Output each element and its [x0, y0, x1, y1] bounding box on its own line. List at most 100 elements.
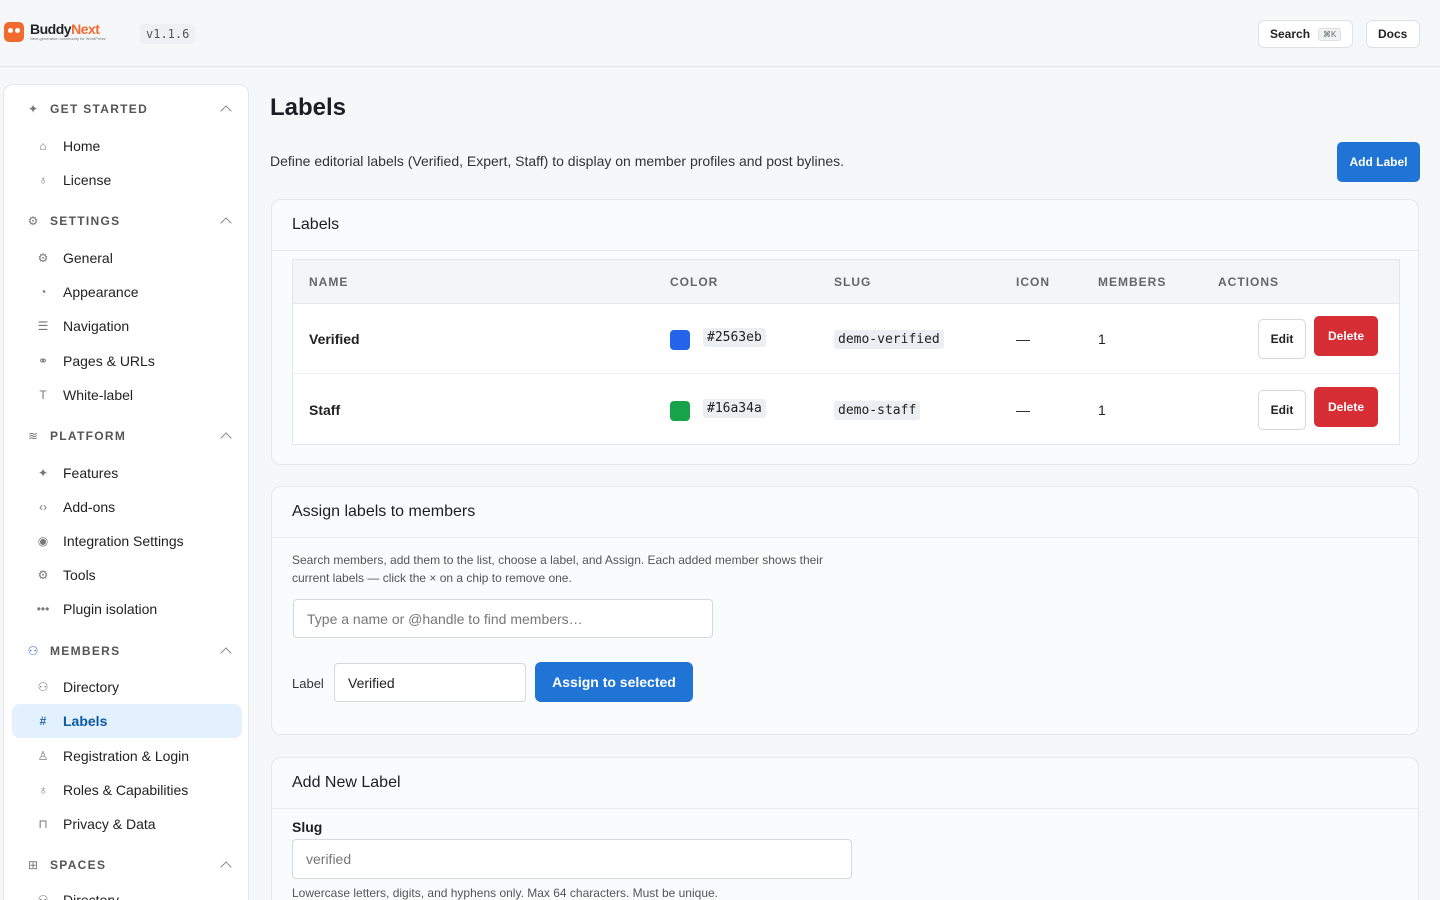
app-logo[interactable]: BuddyNext Next-generation community for …	[4, 22, 106, 42]
section-settings[interactable]: ⚙ SETTINGS	[26, 211, 232, 231]
sidebar-item-features[interactable]: ✦ Features	[12, 456, 242, 490]
label-slug: demo-staff	[834, 401, 921, 420]
sidebar-item-label: White-label	[63, 387, 134, 403]
users-icon: ⚇	[27, 644, 39, 658]
member-search-input[interactable]: Type a name or @handle to find members…	[293, 599, 713, 638]
column-header-slug: SLUG	[834, 275, 872, 289]
search-shortcut: ⌘K	[1318, 27, 1342, 41]
sidebar-item-label: Appearance	[63, 284, 139, 300]
type-icon: T	[39, 388, 47, 402]
lock-icon: ⊓	[38, 817, 48, 831]
sidebar-item-label: Plugin isolation	[63, 601, 158, 617]
sidebar-item-roles-capabilities[interactable]: ♁ Roles & Capabilities	[12, 773, 242, 807]
sidebar-item-license[interactable]: ♁ License	[12, 163, 242, 197]
column-header-actions: ACTIONS	[1218, 275, 1279, 289]
sidebar-item-label: Integration Settings	[63, 533, 184, 549]
chevron-up-icon	[220, 105, 232, 117]
sparkles-icon: ✦	[27, 102, 39, 116]
slug-input[interactable]: verified	[292, 839, 852, 879]
edit-button[interactable]: Edit	[1258, 390, 1306, 430]
sidebar-item-integration-settings[interactable]: ◉ Integration Settings	[12, 524, 242, 558]
sidebar-item-label: Directory	[63, 679, 120, 695]
label-select-value: Verified	[348, 674, 395, 691]
column-header-icon: ICON	[1016, 275, 1050, 289]
sidebar-item-label: Tools	[63, 567, 96, 583]
section-spaces[interactable]: ⊞ SPACES	[26, 855, 232, 875]
assign-labels-card: Assign labels to members Search members,…	[271, 486, 1419, 735]
dots-icon: •••	[36, 602, 50, 616]
link-icon: ⚭	[37, 354, 49, 368]
sidebar-item-label: Registration & Login	[63, 748, 190, 764]
delete-button[interactable]: Delete	[1314, 387, 1378, 427]
sidebar-item-white-label[interactable]: T White-label	[12, 378, 242, 412]
section-platform[interactable]: ≋ PLATFORM	[26, 426, 232, 446]
assign-help-text: Search members, add them to the list, ch…	[292, 553, 823, 585]
chevron-up-icon	[220, 861, 232, 873]
home-icon: ⌂	[39, 139, 47, 153]
sidebar-item-label: Labels	[63, 713, 108, 729]
color-swatch	[670, 330, 690, 350]
sidebar-item-spaces-directory[interactable]: ⚇ Directory	[12, 883, 242, 900]
sidebar-item-directory[interactable]: ⚇ Directory	[12, 670, 242, 704]
user-icon: ♙	[37, 749, 49, 763]
sidebar-item-appearance[interactable]: ◔ Appearance	[12, 275, 242, 309]
section-label: PLATFORM	[50, 429, 127, 443]
member-count: 1	[1098, 331, 1106, 347]
users-icon: ⚇	[37, 893, 49, 900]
edit-button[interactable]: Edit	[1258, 319, 1306, 359]
slug-placeholder: verified	[306, 851, 352, 867]
section-members[interactable]: ⚇ MEMBERS	[26, 641, 232, 661]
table-header: NAME COLOR SLUG ICON MEMBERS ACTIONS	[293, 260, 1399, 304]
chevron-up-icon	[220, 432, 232, 444]
sidebar-item-labels[interactable]: # Labels	[12, 704, 242, 738]
search-placeholder: Type a name or @handle to find members…	[307, 610, 583, 627]
label-field-label: Label	[292, 676, 324, 691]
labels-card: Labels NAME COLOR SLUG ICON MEMBERS ACTI…	[271, 199, 1419, 465]
label-name: Verified	[309, 331, 360, 347]
chevron-up-icon	[220, 647, 232, 659]
sidebar-item-pages-urls[interactable]: ⚭ Pages & URLs	[12, 344, 242, 378]
table-row: Verified #2563eb demo-verified — 1 Edit …	[293, 304, 1399, 374]
sidebar-item-privacy-data[interactable]: ⊓ Privacy & Data	[12, 807, 242, 841]
sidebar-item-registration-login[interactable]: ♙ Registration & Login	[12, 739, 242, 773]
logo-mark-icon	[4, 22, 24, 42]
section-label: SPACES	[50, 858, 107, 872]
chevron-up-icon	[220, 217, 232, 229]
labels-table: NAME COLOR SLUG ICON MEMBERS ACTIONS Ver…	[292, 259, 1400, 445]
label-name: Staff	[309, 402, 341, 418]
search-button[interactable]: Search ⌘K	[1258, 20, 1353, 48]
hash-icon: #	[39, 714, 47, 728]
sidebar-item-label: Pages & URLs	[63, 353, 155, 369]
sidebar-item-label: General	[63, 250, 113, 266]
sidebar: ✦ GET STARTED ⌂ Home ♁ License ⚙ SETTING…	[3, 84, 249, 900]
tool-icon: ⚙	[37, 568, 49, 582]
users-icon: ⚇	[37, 680, 49, 694]
section-get-started[interactable]: ✦ GET STARTED	[26, 99, 232, 119]
member-count: 1	[1098, 402, 1106, 418]
card-title: Assign labels to members	[272, 487, 1418, 538]
sidebar-item-general[interactable]: ⚙ General	[12, 241, 242, 275]
list-icon: ☰	[37, 319, 49, 333]
sidebar-item-tools[interactable]: ⚙ Tools	[12, 558, 242, 592]
page-title: Labels	[270, 94, 347, 121]
section-label: GET STARTED	[50, 102, 149, 116]
sidebar-item-label: Navigation	[63, 318, 130, 334]
delete-button[interactable]: Delete	[1314, 316, 1378, 356]
sidebar-item-home[interactable]: ⌂ Home	[12, 129, 242, 163]
label-select[interactable]: Verified	[334, 663, 526, 702]
add-label-button[interactable]: Add Label	[1337, 142, 1420, 182]
sidebar-item-plugin-isolation[interactable]: ••• Plugin isolation	[12, 592, 242, 626]
assign-to-selected-button[interactable]: Assign to selected	[535, 662, 693, 702]
sidebar-item-navigation[interactable]: ☰ Navigation	[12, 309, 242, 343]
color-swatch	[670, 401, 690, 421]
layers-icon: ≋	[27, 429, 39, 443]
card-title: Labels	[272, 200, 1418, 251]
color-code: #16a34a	[703, 399, 766, 418]
column-header-members: MEMBERS	[1098, 275, 1167, 289]
docs-button[interactable]: Docs	[1366, 20, 1420, 48]
sidebar-item-add-ons[interactable]: ‹› Add-ons	[12, 490, 242, 524]
award-icon: ♁	[38, 173, 48, 187]
card-title: Add New Label	[272, 758, 1418, 809]
slug-help-text: Lowercase letters, digits, and hyphens o…	[292, 886, 719, 900]
add-new-label-card: Add New Label Slug verified Lowercase le…	[271, 757, 1419, 900]
